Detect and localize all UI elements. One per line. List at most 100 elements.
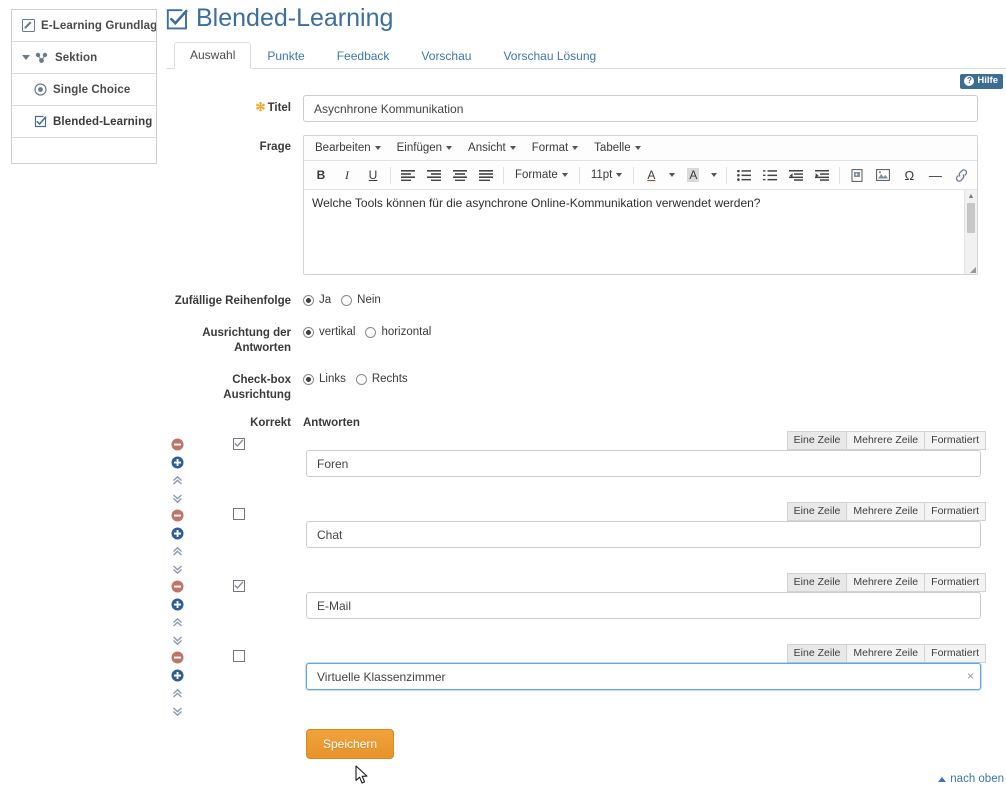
sidebar-item-single-choice[interactable]: Single Choice [12,74,156,106]
special-character-icon[interactable]: Ω [898,164,920,186]
clear-icon[interactable]: × [967,669,974,683]
radio-icon[interactable] [341,295,352,306]
format-tab-formatiert[interactable]: Formatiert [924,502,986,521]
format-tab-eine-zeile[interactable]: Eine Zeile [787,502,848,521]
radio-option-links[interactable]: Links [303,373,346,385]
align-right-icon[interactable] [423,164,445,186]
insert-image-icon[interactable] [872,164,894,186]
align-justify-icon[interactable] [475,164,497,186]
radio-option-vertikal[interactable]: vertikal [303,326,355,338]
sidebar-item-sektion[interactable]: Sektion [12,42,156,74]
format-tab-formatiert[interactable]: Formatiert [924,431,986,450]
pencil-page-icon [22,19,35,32]
remove-row-button[interactable] [171,436,184,452]
remove-row-button[interactable] [171,649,184,665]
radio-icon[interactable] [303,327,314,338]
radio-icon[interactable] [303,374,314,385]
radio-option-nein[interactable]: Nein [341,294,381,306]
outdent-icon[interactable] [785,164,807,186]
correct-checkbox[interactable] [233,508,245,520]
answer-input[interactable] [306,592,981,619]
format-tab-formatiert[interactable]: Formatiert [924,573,986,592]
answer-input[interactable] [306,521,981,548]
bullet-list-icon[interactable] [733,164,755,186]
align-left-icon[interactable] [397,164,419,186]
radio-option-horizontal[interactable]: horizontal [365,326,431,338]
help-button[interactable]: ? Hilfe [960,74,1003,89]
editor-scrollbar[interactable]: ▲ [964,190,977,274]
add-row-button[interactable] [171,525,184,541]
formats-dropdown[interactable]: Formate [510,164,573,186]
radio-icon[interactable] [365,327,376,338]
sidebar-item-e-learning-grundlagen[interactable]: E-Learning Grundlagen [12,10,156,42]
answer-input[interactable] [306,663,981,690]
move-down-button[interactable] [171,703,184,719]
menu-einfuegen[interactable]: Einfügen [389,139,460,157]
format-tab-eine-zeile[interactable]: Eine Zeile [787,644,848,663]
align-center-icon[interactable] [449,164,471,186]
format-tab-eine-zeile[interactable]: Eine Zeile [787,431,848,450]
format-tab-mehrere-zeile[interactable]: Mehrere Zeile [846,431,925,450]
rich-text-editor: Bearbeiten Einfügen Ansicht Format [303,135,978,275]
numbered-list-icon[interactable] [759,164,781,186]
answer-input[interactable] [306,450,981,477]
horizontal-rule-icon[interactable]: — [924,164,946,186]
remove-row-button[interactable] [171,578,184,594]
correct-checkbox[interactable] [233,580,245,592]
add-row-button[interactable] [171,667,184,683]
menu-tabelle[interactable]: Tabelle [586,139,648,157]
text-color-dropdown[interactable] [666,164,678,186]
editor-content-area[interactable]: Welche Tools können für die asynchrone O… [304,190,977,274]
add-row-button[interactable] [171,596,184,612]
format-tab-formatiert[interactable]: Formatiert [924,644,986,663]
remove-row-button[interactable] [171,507,184,523]
menu-ansicht[interactable]: Ansicht [460,139,524,157]
chevron-down-icon[interactable] [22,55,30,60]
radio-label: Ja [319,294,331,306]
move-up-button[interactable] [171,543,184,559]
scroll-up-icon[interactable]: ▲ [965,190,977,202]
format-tab-mehrere-zeile[interactable]: Mehrere Zeile [846,573,925,592]
underline-icon[interactable]: U [362,164,384,186]
radio-label: Nein [357,294,381,306]
radio-icon[interactable] [356,374,367,385]
fontsize-dropdown[interactable]: 11pt [586,164,628,186]
checkbox-checked-icon [34,115,47,128]
background-color-icon[interactable]: A [682,164,704,186]
title-input[interactable] [303,95,978,122]
save-row: Speichern [166,729,1006,759]
move-up-button[interactable] [171,685,184,701]
correct-checkbox[interactable] [233,650,245,662]
format-tab-mehrere-zeile[interactable]: Mehrere Zeile [846,502,925,521]
italic-icon[interactable]: I [336,164,358,186]
save-button[interactable]: Speichern [306,729,394,759]
text-color-icon[interactable]: A [640,164,662,186]
menu-format[interactable]: Format [524,139,586,157]
back-to-top-link[interactable]: nach oben [938,773,1004,785]
tab-auswahl[interactable]: Auswahl [174,42,251,69]
add-row-button[interactable] [171,454,184,470]
indent-icon[interactable] [811,164,833,186]
move-up-button[interactable] [171,472,184,488]
sidebar-item-blended-learning[interactable]: Blended-Learning [12,106,156,138]
scrollbar-thumb[interactable] [967,203,975,233]
korrekt-column-header: Korrekt [166,417,303,429]
radio-option-ja[interactable]: Ja [303,294,331,306]
link-icon[interactable] [950,164,972,186]
format-tab-eine-zeile[interactable]: Eine Zeile [787,573,848,592]
radio-option-rechts[interactable]: Rechts [356,373,408,385]
move-up-button[interactable] [171,614,184,630]
tab-punkte[interactable]: Punkte [251,43,320,69]
tab-feedback[interactable]: Feedback [321,43,406,69]
tab-vorschau[interactable]: Vorschau [405,43,487,69]
checkbox-ausrichtung-label: Check-box Ausrichtung [166,368,303,403]
bold-icon[interactable]: B [310,164,332,186]
format-tab-mehrere-zeile[interactable]: Mehrere Zeile [846,644,925,663]
background-color-dropdown[interactable] [708,164,720,186]
insert-file-icon[interactable] [846,164,868,186]
menu-bearbeiten[interactable]: Bearbeiten [307,139,389,157]
resize-grip-icon[interactable]: ◢ [970,265,976,274]
correct-checkbox[interactable] [233,438,245,450]
radio-icon[interactable] [303,295,314,306]
tab-vorschau-loesung[interactable]: Vorschau Lösung [487,43,612,69]
